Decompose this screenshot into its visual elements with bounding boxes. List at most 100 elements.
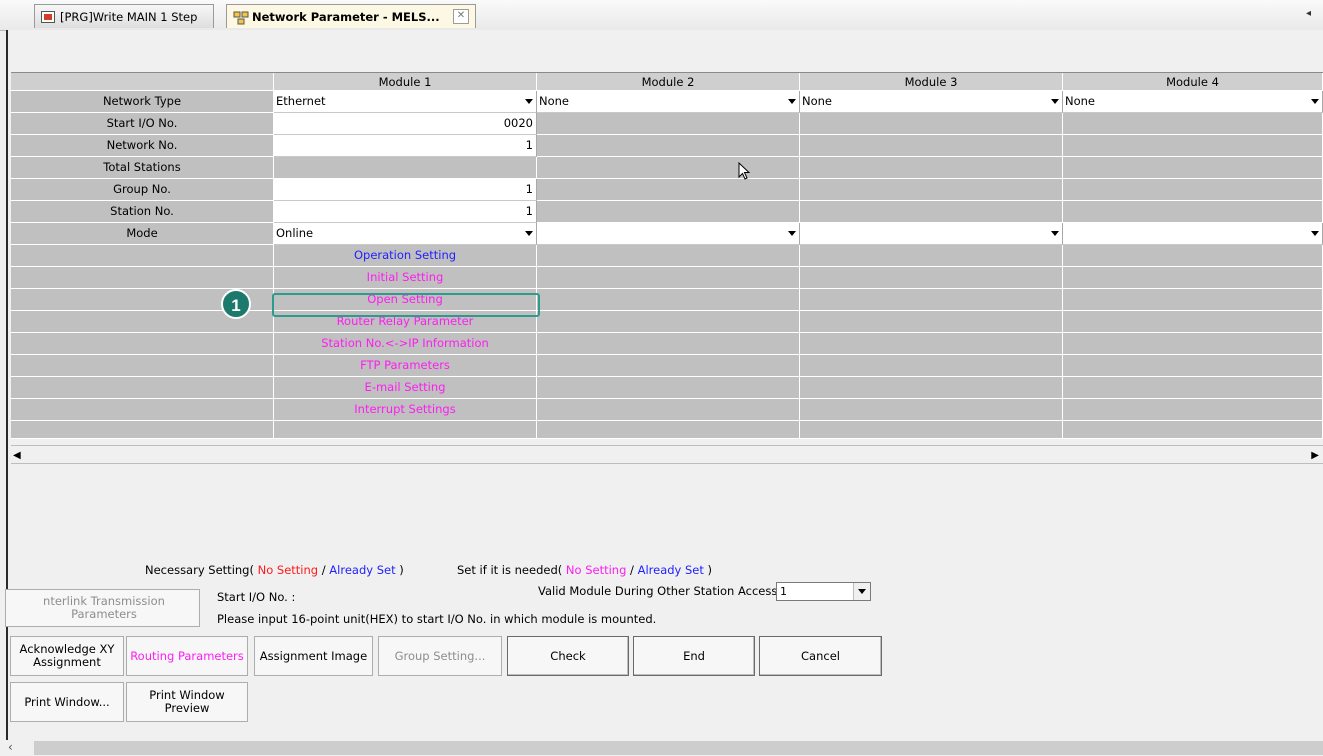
tab-program-write[interactable]: [PRG]Write MAIN 1 Step [34,4,214,28]
dropdown-arrow-icon [1311,99,1319,104]
row-label: Group No. [11,179,274,201]
tab-scroll-left-icon[interactable]: ◂ [1306,8,1311,19]
row-empty [11,421,1323,439]
total-stations-cell-m1 [274,157,537,179]
scroll-left-icon[interactable]: ◀ [13,450,21,461]
group-no-cell-m3 [800,179,1063,201]
row-interrupt: Interrupt Settings [11,399,1323,421]
network-no-cell-m4 [1063,135,1323,157]
group-no-cell-m4 [1063,179,1323,201]
group-no-input-m1[interactable]: 1 [274,179,537,201]
row-station-ip: Station No.<->IP Information [11,333,1323,355]
mode-select-m1[interactable]: Online [274,223,537,245]
dropdown-arrow-icon [525,99,533,104]
header-module-1: Module 1 [274,73,537,91]
network-type-select-m3[interactable]: None [800,91,1063,113]
network-type-select-m4[interactable]: None [1063,91,1323,113]
row-label: Start I/O No. [11,113,274,135]
row-email: E-mail Setting [11,377,1323,399]
mode-select-m4[interactable] [1063,223,1323,245]
module-parameter-grid: Module 1 Module 2 Module 3 Module 4 Netw… [11,72,1323,439]
acknowledge-xy-assignment-button[interactable]: Acknowledge XY Assignment [10,636,124,676]
interlink-transmission-parameters-button[interactable]: nterlink Transmission Parameters [5,589,200,627]
station-no-cell-m3 [800,201,1063,223]
network-no-cell-m2 [537,135,800,157]
row-station-no: Station No. 1 [11,201,1323,223]
assignment-image-button[interactable]: Assignment Image [254,636,373,676]
dropdown-arrow-icon[interactable] [853,583,870,600]
network-parameter-icon [233,11,249,24]
row-label: Mode [11,223,274,245]
dropdown-arrow-icon [1311,231,1319,236]
valid-module-select[interactable]: 1 [776,582,871,601]
row-label: Total Stations [11,157,274,179]
operation-setting-link[interactable]: Operation Setting [274,245,537,267]
start-io-input-m1[interactable]: 0020 [274,113,537,135]
end-button[interactable]: End [633,636,755,676]
row-router-relay: Router Relay Parameter [11,311,1323,333]
routing-parameters-button[interactable]: Routing Parameters [126,636,248,676]
tab-label: [PRG]Write MAIN 1 Step [60,9,198,24]
step-marker: 1 [221,289,251,319]
header-module-3: Module 3 [800,73,1063,91]
group-setting-button[interactable]: Group Setting... [378,636,502,676]
valid-module-label: Valid Module During Other Station Access [538,584,778,598]
mouse-cursor-icon [738,162,751,180]
start-io-label: Start I/O No. : [217,590,296,604]
ftp-parameters-link[interactable]: FTP Parameters [274,355,537,377]
dropdown-arrow-icon [1051,231,1059,236]
station-ip-information-link[interactable]: Station No.<->IP Information [274,333,537,355]
row-mode: Mode Online [11,223,1323,245]
interrupt-settings-link[interactable]: Interrupt Settings [274,399,537,421]
scroll-right-icon[interactable]: ▶ [1311,450,1319,461]
tab-network-parameter[interactable]: Network Parameter - MELS... ✕ [226,4,476,28]
dropdown-arrow-icon [788,231,796,236]
network-no-input-m1[interactable]: 1 [274,135,537,157]
network-type-select-m2[interactable]: None [537,91,800,113]
network-type-select-m1[interactable]: Ethernet [274,91,537,113]
start-io-cell-m4 [1063,113,1323,135]
scrollbar-thumb[interactable] [34,741,1323,755]
total-stations-cell-m4 [1063,157,1323,179]
row-label: Network Type [11,91,274,113]
row-open-setting: Open Setting [11,289,1323,311]
row-ftp: FTP Parameters [11,355,1323,377]
dropdown-arrow-icon [525,231,533,236]
tab-label: Network Parameter - MELS... [252,9,440,24]
email-setting-link[interactable]: E-mail Setting [274,377,537,399]
start-io-cell-m2 [537,113,800,135]
close-icon[interactable]: ✕ [453,9,469,24]
total-stations-cell-m2 [537,157,800,179]
dropdown-arrow-icon [788,99,796,104]
row-operation-setting: Operation Setting [11,245,1323,267]
station-no-cell-m2 [537,201,800,223]
print-window-preview-button[interactable]: Print Window Preview [126,682,248,722]
station-no-input-m1[interactable]: 1 [274,201,537,223]
network-no-cell-m3 [800,135,1063,157]
open-setting-highlight [272,293,540,317]
cancel-button[interactable]: Cancel [759,636,882,676]
header-module-4: Module 4 [1063,73,1323,91]
row-label: Station No. [11,201,274,223]
grid-horizontal-scrollbar[interactable]: ◀ ▶ [11,445,1323,464]
row-start-io: Start I/O No. 0020 [11,113,1323,135]
mode-select-m2[interactable] [537,223,800,245]
total-stations-cell-m3 [800,157,1063,179]
print-window-button[interactable]: Print Window... [10,682,124,722]
header-module-2: Module 2 [537,73,800,91]
row-initial-setting: Initial Setting [11,267,1323,289]
scroll-left-icon[interactable]: ‹ [8,740,13,754]
grid-header-row: Module 1 Module 2 Module 3 Module 4 [11,73,1323,91]
row-network-type: Network Type Ethernet None None None [11,91,1323,113]
header-corner [11,73,274,91]
window-horizontal-scrollbar[interactable]: ‹ [0,740,1323,756]
dropdown-arrow-icon [1051,99,1059,104]
start-io-hint: Please input 16-point unit(HEX) to start… [217,612,657,626]
start-io-cell-m3 [800,113,1063,135]
group-no-cell-m2 [537,179,800,201]
row-network-no: Network No. 1 [11,135,1323,157]
check-button[interactable]: Check [507,636,629,676]
initial-setting-link[interactable]: Initial Setting [274,267,537,289]
mode-select-m3[interactable] [800,223,1063,245]
optional-setting-legend: Set if it is needed( No Setting / Alread… [457,563,713,577]
